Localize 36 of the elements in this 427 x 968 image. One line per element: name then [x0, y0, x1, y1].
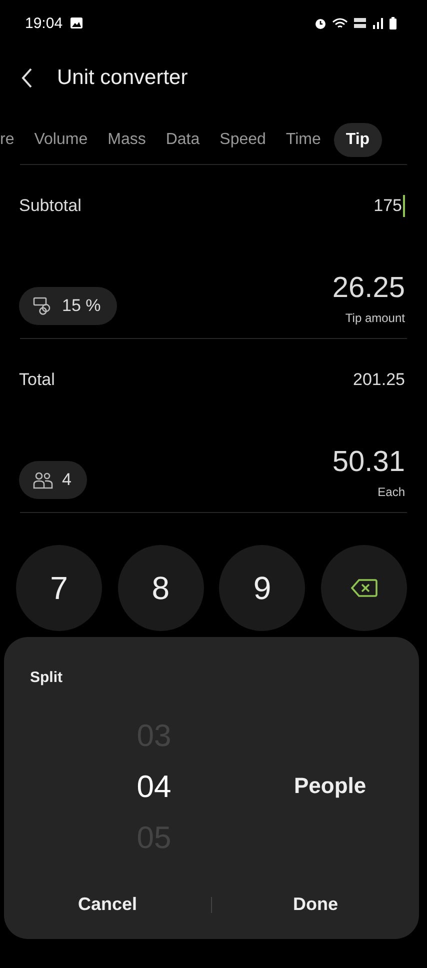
subtotal-input[interactable]: 175: [374, 195, 405, 217]
digit-key[interactable]: 7: [16, 545, 102, 631]
tip-icon: [33, 297, 53, 315]
image-icon: [70, 17, 83, 29]
split-people-button[interactable]: 4: [19, 461, 88, 499]
dialog-button[interactable]: Cancel: [4, 886, 211, 923]
category-tab[interactable]: Tip: [334, 123, 382, 157]
category-tab[interactable]: re: [0, 123, 22, 157]
each-caption: Each: [378, 485, 405, 499]
dialog-button[interactable]: Done: [212, 886, 419, 923]
back-icon[interactable]: [21, 68, 33, 88]
digit-key[interactable]: 8: [118, 545, 204, 631]
subtotal-label: Subtotal: [19, 196, 82, 216]
category-tab[interactable]: Time: [278, 123, 328, 157]
battery-icon: [389, 16, 397, 30]
tip-amount: 26.25: [332, 272, 405, 305]
page-title: Unit converter: [57, 66, 188, 90]
tip-amount-caption: Tip amount: [345, 311, 405, 325]
signal-icon: [372, 17, 384, 29]
tip-percent-button[interactable]: 15 %: [19, 287, 117, 325]
category-tab[interactable]: Speed: [212, 123, 273, 157]
category-tab[interactable]: Data: [158, 123, 207, 157]
category-tab[interactable]: Volume: [27, 123, 95, 157]
status-time: 19:04: [25, 14, 63, 32]
unit-label: People: [294, 773, 366, 799]
alarm-icon: [314, 16, 327, 30]
number-option[interactable]: 04: [136, 766, 172, 806]
dialog-title: Split: [30, 669, 62, 686]
category-tab[interactable]: Mass: [100, 123, 153, 157]
total-value: 201.25: [353, 370, 405, 390]
backspace-icon: [350, 578, 378, 598]
each-amount: 50.31: [332, 446, 405, 479]
digit-key[interactable]: 9: [219, 545, 306, 631]
people-icon: [33, 471, 53, 489]
total-label: Total: [19, 370, 55, 390]
wifi-icon: [332, 16, 348, 30]
